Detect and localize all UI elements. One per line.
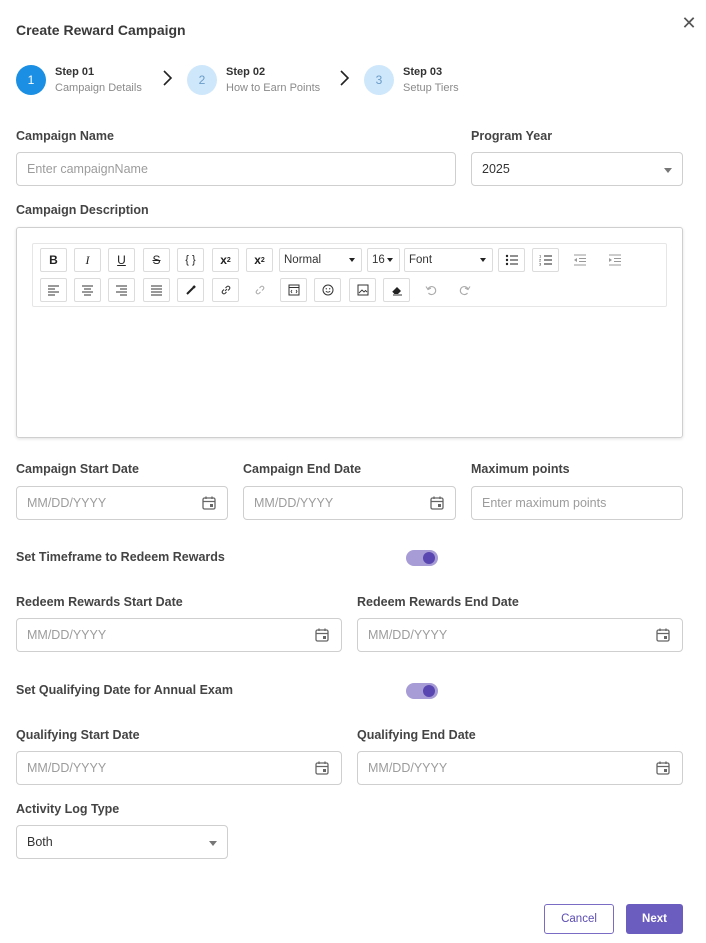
qualifying-end-input[interactable]: MM/DD/YYYY [357, 751, 683, 785]
start-date-input[interactable]: MM/DD/YYYY [16, 486, 228, 520]
activity-log-label: Activity Log Type [16, 802, 120, 816]
redeem-toggle[interactable] [406, 550, 438, 566]
chevron-down-icon [209, 841, 217, 846]
superscript-icon[interactable]: x2 [212, 248, 239, 272]
indent-icon[interactable] [601, 248, 628, 272]
program-year-value: 2025 [482, 162, 510, 176]
code-block-icon[interactable]: { } [177, 248, 204, 272]
redeem-start-input[interactable]: MM/DD/YYYY [16, 618, 342, 652]
chevron-down-icon [664, 168, 672, 173]
qualifying-end-placeholder: MM/DD/YYYY [368, 761, 448, 775]
next-button[interactable]: Next [626, 904, 683, 934]
calendar-icon[interactable] [201, 495, 217, 511]
redeem-end-label: Redeem Rewards End Date [357, 595, 519, 609]
end-date-placeholder: MM/DD/YYYY [254, 496, 334, 510]
step-2-title: Step 02 [226, 66, 266, 78]
strikethrough-icon[interactable]: S [143, 248, 170, 272]
align-right-icon[interactable] [108, 278, 135, 302]
eraser-icon[interactable] [383, 278, 410, 302]
chevron-down-icon [480, 258, 486, 262]
qualifying-toggle[interactable] [406, 683, 438, 699]
step-3-circle[interactable]: 3 [364, 65, 394, 95]
font-size-select-value: 16 [372, 254, 385, 266]
toggle-knob [423, 552, 435, 564]
redeem-end-input[interactable]: MM/DD/YYYY [357, 618, 683, 652]
program-year-label: Program Year [471, 129, 553, 143]
cancel-button[interactable]: Cancel [544, 904, 614, 934]
align-justify-icon[interactable] [143, 278, 170, 302]
calendar-icon[interactable] [429, 495, 445, 511]
calendar-icon[interactable] [314, 627, 330, 643]
start-date-label: Campaign Start Date [16, 462, 139, 476]
font-family-select-value: Font [409, 254, 433, 266]
redeem-start-label: Redeem Rewards Start Date [16, 595, 183, 609]
font-size-select[interactable]: 16 [367, 248, 400, 272]
heading-select-value: Normal [284, 254, 322, 266]
link-icon[interactable] [212, 278, 239, 302]
redo-icon[interactable] [451, 278, 478, 302]
emoji-icon[interactable] [314, 278, 341, 302]
svg-text:3: 3 [539, 262, 542, 267]
redeem-start-placeholder: MM/DD/YYYY [27, 628, 107, 642]
step-1-subtitle: Campaign Details [55, 82, 142, 94]
step-2-circle[interactable]: 2 [187, 65, 217, 95]
calendar-icon[interactable] [655, 627, 671, 643]
activity-log-select[interactable]: Both [16, 825, 228, 859]
step-3-title: Step 03 [403, 66, 443, 78]
chevron-down-icon [349, 258, 355, 262]
end-date-input[interactable]: MM/DD/YYYY [243, 486, 456, 520]
heading-select[interactable]: Normal [279, 248, 362, 272]
underline-icon[interactable]: U [108, 248, 135, 272]
subscript-icon[interactable]: x2 [246, 248, 273, 272]
chevron-right-icon [163, 70, 173, 86]
end-date-label: Campaign End Date [243, 462, 362, 476]
dialog-title: Create Reward Campaign [16, 22, 186, 38]
qualifying-start-placeholder: MM/DD/YYYY [27, 761, 107, 775]
step-1-circle[interactable]: 1 [16, 65, 46, 95]
start-date-placeholder: MM/DD/YYYY [27, 496, 107, 510]
chevron-down-icon [387, 258, 393, 262]
bold-icon[interactable]: B [40, 248, 67, 272]
font-family-select[interactable]: Font [404, 248, 493, 272]
campaign-name-input[interactable]: Enter campaignName [16, 152, 456, 186]
redeem-toggle-label: Set Timeframe to Redeem Rewards [16, 550, 225, 564]
color-picker-icon[interactable] [177, 278, 204, 302]
unlink-icon[interactable] [246, 278, 273, 302]
numbered-list-icon[interactable]: 123 [532, 248, 559, 272]
outdent-icon[interactable] [566, 248, 593, 272]
step-2-subtitle: How to Earn Points [226, 82, 321, 94]
italic-icon[interactable]: I [74, 248, 101, 272]
campaign-name-label: Campaign Name [16, 129, 114, 143]
calendar-icon[interactable] [314, 760, 330, 776]
activity-log-value: Both [27, 835, 53, 849]
step-3-subtitle: Setup Tiers [403, 82, 459, 94]
step-1-title: Step 01 [55, 66, 95, 78]
bulleted-list-icon[interactable] [498, 248, 525, 272]
campaign-description-label: Campaign Description [16, 203, 149, 217]
close-icon[interactable]: ✕ [680, 14, 698, 32]
image-icon[interactable] [349, 278, 376, 302]
undo-icon[interactable] [417, 278, 444, 302]
align-center-icon[interactable] [74, 278, 101, 302]
qualifying-start-input[interactable]: MM/DD/YYYY [16, 751, 342, 785]
qualifying-start-label: Qualifying Start Date [16, 728, 140, 742]
calendar-icon[interactable] [655, 760, 671, 776]
max-points-input[interactable]: Enter maximum points [471, 486, 683, 520]
embed-icon[interactable] [280, 278, 307, 302]
toggle-knob [423, 685, 435, 697]
program-year-select[interactable]: 2025 [471, 152, 683, 186]
max-points-label: Maximum points [471, 462, 570, 476]
align-left-icon[interactable] [40, 278, 67, 302]
qualifying-toggle-label: Set Qualifying Date for Annual Exam [16, 683, 233, 697]
qualifying-end-label: Qualifying End Date [357, 728, 476, 742]
chevron-right-icon [340, 70, 350, 86]
redeem-end-placeholder: MM/DD/YYYY [368, 628, 448, 642]
